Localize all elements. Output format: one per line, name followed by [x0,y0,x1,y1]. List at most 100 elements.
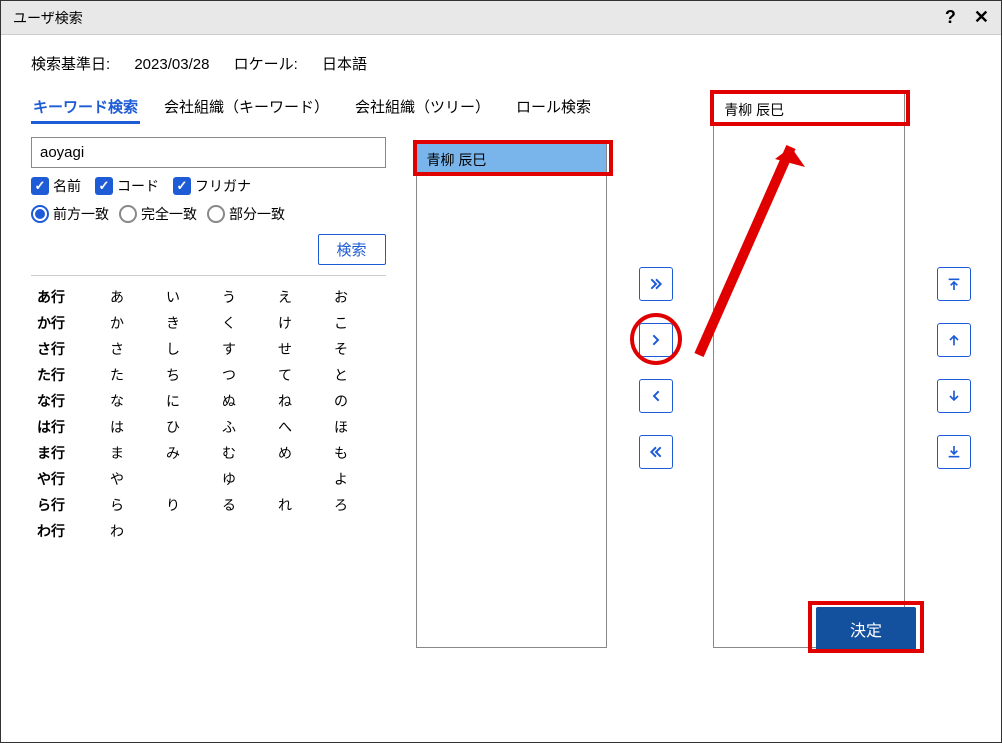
kana-cell[interactable]: し [161,339,185,359]
kana-cell[interactable]: け [273,313,297,333]
kana-cell[interactable]: ね [273,391,297,411]
kana-cell[interactable]: れ [273,495,297,515]
kana-table: あ行あいうえお か行かきくけこ さ行さしすせそ た行たちつてと な行なにぬねの … [31,275,386,544]
kana-cell [161,521,185,541]
kana-cell[interactable]: て [273,365,297,385]
radio-unselected-icon [207,205,225,223]
kana-cell[interactable]: ふ [217,417,241,437]
info-row: 検索基準日: 2023/03/28 ロケール: 日本語 [31,53,971,74]
arrow-down-icon [946,388,962,404]
kana-cell[interactable]: め [273,443,297,463]
kana-cell[interactable]: よ [329,469,353,489]
selected-item[interactable]: 青柳 辰巳 [714,94,904,126]
tab-org-tree[interactable]: 会社組織（ツリー） [353,92,492,124]
kana-cell[interactable]: む [217,443,241,463]
kana-cell [273,521,297,541]
radio-selected-icon [31,205,49,223]
kana-cell[interactable]: う [217,287,241,307]
kana-cell[interactable]: わ [105,521,129,541]
add-all-button[interactable] [639,267,673,301]
kana-row-head: ま行 [37,443,73,463]
move-top-button[interactable] [937,267,971,301]
order-buttons-column [937,267,971,648]
kana-row-head: や行 [37,469,73,489]
kana-cell[interactable]: た [105,365,129,385]
decide-button[interactable]: 決定 [816,607,916,651]
move-up-button[interactable] [937,323,971,357]
kana-cell [273,469,297,489]
arrow-bottom-icon [946,444,962,460]
tab-keyword-search[interactable]: キーワード検索 [31,92,140,124]
kana-cell[interactable]: ほ [329,417,353,437]
kana-cell[interactable]: お [329,287,353,307]
kana-cell[interactable]: と [329,365,353,385]
titlebar: ユーザ検索 ? ✕ [1,1,1001,35]
result-item[interactable]: 青柳 辰巳 [417,144,607,176]
kana-cell[interactable]: ゆ [217,469,241,489]
kana-row-head: た行 [37,365,73,385]
locale-label: ロケール: [234,56,298,73]
add-one-button[interactable] [639,323,673,357]
kana-row-head: ら行 [37,495,73,515]
arrow-top-icon [946,276,962,292]
kana-cell[interactable]: き [161,313,185,333]
close-icon[interactable]: ✕ [974,7,989,28]
chevron-right-icon [648,332,664,348]
kana-cell[interactable]: や [105,469,129,489]
remove-one-button[interactable] [639,379,673,413]
kana-cell[interactable]: ち [161,365,185,385]
kana-cell[interactable]: ろ [329,495,353,515]
checkbox-checked-icon: ✓ [95,177,113,195]
kana-cell[interactable]: は [105,417,129,437]
kana-cell[interactable]: あ [105,287,129,307]
tab-org-keyword[interactable]: 会社組織（キーワード） [162,92,331,124]
radio-prefix[interactable]: 前方一致 [31,204,109,224]
kana-cell[interactable]: か [105,313,129,333]
kana-cell[interactable]: こ [329,313,353,333]
search-button[interactable]: 検索 [318,234,386,265]
kana-cell[interactable]: の [329,391,353,411]
kana-cell[interactable]: り [161,495,185,515]
search-date-label: 検索基準日: [31,56,110,73]
radio-exact[interactable]: 完全一致 [119,204,197,224]
check-kana[interactable]: ✓ フリガナ [173,176,251,196]
kana-cell[interactable]: み [161,443,185,463]
kana-cell[interactable]: も [329,443,353,463]
kana-row-head: は行 [37,417,73,437]
kana-cell [329,521,353,541]
kana-cell[interactable]: ま [105,443,129,463]
kana-cell[interactable]: ら [105,495,129,515]
double-chevron-right-icon [648,276,664,292]
kana-cell[interactable]: ぬ [217,391,241,411]
check-code[interactable]: ✓ コード [95,176,159,196]
kana-cell[interactable]: く [217,313,241,333]
kana-cell[interactable]: い [161,287,185,307]
checkbox-checked-icon: ✓ [31,177,49,195]
check-name[interactable]: ✓ 名前 [31,176,81,196]
double-chevron-left-icon [648,444,664,460]
kana-cell[interactable]: に [161,391,185,411]
kana-cell[interactable]: そ [329,339,353,359]
kana-cell[interactable]: へ [273,417,297,437]
kana-cell[interactable]: す [217,339,241,359]
tab-role-search[interactable]: ロール検索 [514,92,593,124]
user-search-dialog: ユーザ検索 ? ✕ 検索基準日: 2023/03/28 ロケール: 日本語 キー… [0,0,1002,743]
kana-cell[interactable]: つ [217,365,241,385]
help-icon[interactable]: ? [945,7,956,28]
move-down-button[interactable] [937,379,971,413]
kana-cell[interactable]: え [273,287,297,307]
selected-users-list[interactable]: 青柳 辰巳 [713,93,905,648]
move-bottom-button[interactable] [937,435,971,469]
keyword-input[interactable] [31,137,386,168]
radio-partial[interactable]: 部分一致 [207,204,285,224]
kana-cell[interactable]: な [105,391,129,411]
search-results-list[interactable]: 青柳 辰巳 [416,143,608,648]
kana-cell[interactable]: さ [105,339,129,359]
kana-cell[interactable]: ひ [161,417,185,437]
checkbox-checked-icon: ✓ [173,177,191,195]
kana-cell[interactable]: る [217,495,241,515]
remove-all-button[interactable] [639,435,673,469]
kana-cell[interactable]: せ [273,339,297,359]
kana-row-head: か行 [37,313,73,333]
window-title: ユーザ検索 [13,8,83,28]
